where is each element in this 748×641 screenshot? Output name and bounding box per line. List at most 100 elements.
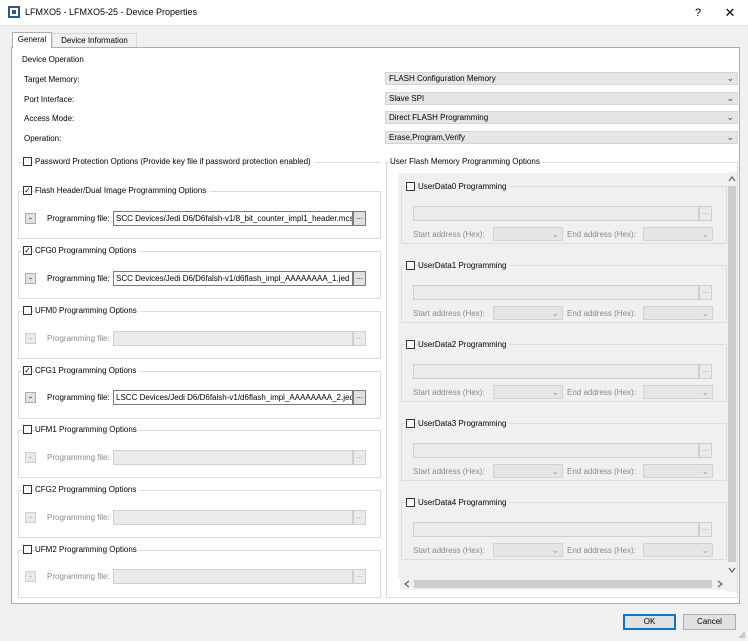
collapse-button[interactable]: - bbox=[25, 392, 36, 403]
ok-button[interactable]: OK bbox=[623, 614, 676, 630]
collapse-button[interactable]: - bbox=[25, 213, 36, 224]
start-address-label: Start address (Hex): bbox=[413, 546, 485, 555]
programming-file-input[interactable]: SCC Devices/Jedi D6/D6falsh-v1/d6flash_i… bbox=[113, 271, 353, 286]
userdata4-title: UserData4 Programming bbox=[418, 498, 510, 507]
tab-general[interactable]: General bbox=[12, 32, 52, 48]
cfg1-checkbox[interactable]: ✓ bbox=[23, 366, 32, 375]
password-checkbox[interactable] bbox=[23, 157, 32, 166]
cfg0-title: CFG0 Programming Options bbox=[35, 246, 140, 255]
tab-device-information[interactable]: Device Information bbox=[52, 33, 137, 48]
browse-button[interactable]: ... bbox=[699, 285, 712, 300]
userdata-file-input[interactable] bbox=[413, 285, 699, 300]
start-address-select[interactable]: ⌄ bbox=[493, 385, 563, 399]
help-button[interactable]: ? bbox=[690, 5, 706, 21]
userdata4-checkbox[interactable] bbox=[406, 498, 415, 507]
programming-file-label: Programming file: bbox=[47, 334, 110, 343]
chevron-down-icon: ⌄ bbox=[551, 229, 559, 239]
collapse-button[interactable]: - bbox=[25, 571, 36, 582]
cfg2-checkbox[interactable] bbox=[23, 485, 32, 494]
programming-file-input[interactable] bbox=[113, 450, 353, 465]
collapse-button[interactable]: - bbox=[25, 512, 36, 523]
end-address-label: End address (Hex): bbox=[567, 467, 636, 476]
cfg2-title: CFG2 Programming Options bbox=[35, 485, 140, 494]
end-address-select[interactable]: ⌄ bbox=[643, 385, 713, 399]
app-icon bbox=[8, 6, 20, 18]
port-interface-select[interactable]: Slave SPI ⌄ bbox=[385, 92, 738, 105]
browse-button[interactable]: ... bbox=[353, 211, 366, 226]
end-address-select[interactable]: ⌄ bbox=[643, 306, 713, 320]
ufm2-checkbox[interactable] bbox=[23, 545, 32, 554]
browse-button[interactable]: ... bbox=[353, 450, 366, 465]
end-address-select[interactable]: ⌄ bbox=[643, 227, 713, 241]
collapse-button[interactable]: - bbox=[25, 452, 36, 463]
userdata-file-input[interactable] bbox=[413, 364, 699, 379]
cfg0-checkbox[interactable]: ✓ bbox=[23, 246, 32, 255]
userdata-file-input[interactable] bbox=[413, 443, 699, 458]
browse-button[interactable]: ... bbox=[699, 364, 712, 379]
device-operation-title: Device Operation bbox=[22, 55, 84, 64]
target-memory-value: FLASH Configuration Memory bbox=[389, 74, 496, 83]
ufm1-checkbox[interactable] bbox=[23, 425, 32, 434]
programming-file-input[interactable] bbox=[113, 510, 353, 525]
start-address-select[interactable]: ⌄ bbox=[493, 227, 563, 241]
vertical-scrollbar-thumb[interactable] bbox=[728, 186, 736, 562]
chevron-down-icon: ⌄ bbox=[701, 229, 709, 239]
programming-file-input[interactable] bbox=[113, 569, 353, 584]
chevron-down-icon: ⌄ bbox=[701, 545, 709, 555]
userdata-file-input[interactable] bbox=[413, 206, 699, 221]
programming-file-label: Programming file: bbox=[47, 453, 110, 462]
ufm0-checkbox[interactable] bbox=[23, 306, 32, 315]
browse-button[interactable]: ... bbox=[353, 331, 366, 346]
userdata1-checkbox[interactable] bbox=[406, 261, 415, 270]
browse-button[interactable]: ... bbox=[353, 510, 366, 525]
collapse-button[interactable]: - bbox=[25, 333, 36, 344]
cancel-button[interactable]: Cancel bbox=[683, 614, 736, 630]
programming-file-input[interactable] bbox=[113, 331, 353, 346]
scroll-up-arrow-icon[interactable] bbox=[728, 175, 736, 183]
userdata0-title: UserData0 Programming bbox=[418, 182, 510, 191]
programming-file-label: Programming file: bbox=[47, 214, 110, 223]
end-address-select[interactable]: ⌄ bbox=[643, 464, 713, 478]
chevron-down-icon: ⌄ bbox=[701, 466, 709, 476]
programming-file-label: Programming file: bbox=[47, 513, 110, 522]
operation-label: Operation: bbox=[24, 134, 62, 143]
start-address-label: Start address (Hex): bbox=[413, 388, 485, 397]
browse-button[interactable]: ... bbox=[353, 271, 366, 286]
start-address-select[interactable]: ⌄ bbox=[493, 464, 563, 478]
browse-button[interactable]: ... bbox=[699, 522, 712, 537]
ufm1-title: UFM1 Programming Options bbox=[35, 425, 140, 434]
chevron-down-icon: ⌄ bbox=[726, 73, 734, 83]
userdata0-checkbox[interactable] bbox=[406, 182, 415, 191]
target-memory-select[interactable]: FLASH Configuration Memory ⌄ bbox=[385, 72, 738, 85]
target-memory-label: Target Memory: bbox=[24, 75, 80, 84]
chevron-down-icon: ⌄ bbox=[726, 132, 734, 142]
flash-header-checkbox[interactable]: ✓ bbox=[23, 186, 32, 195]
programming-file-label: Programming file: bbox=[47, 572, 110, 581]
operation-select[interactable]: Erase,Program,Verify ⌄ bbox=[385, 131, 738, 144]
start-address-label: Start address (Hex): bbox=[413, 309, 485, 318]
access-mode-value: Direct FLASH Programming bbox=[389, 113, 489, 122]
access-mode-select[interactable]: Direct FLASH Programming ⌄ bbox=[385, 111, 738, 124]
browse-button[interactable]: ... bbox=[699, 443, 712, 458]
browse-button[interactable]: ... bbox=[699, 206, 712, 221]
close-button[interactable]: ✕ bbox=[722, 5, 738, 21]
userdata2-checkbox[interactable] bbox=[406, 340, 415, 349]
port-interface-value: Slave SPI bbox=[389, 94, 425, 103]
resize-grip-icon[interactable] bbox=[737, 630, 746, 639]
scroll-left-arrow-icon[interactable] bbox=[403, 580, 411, 588]
programming-file-input[interactable]: LSCC Devices/Jedi D6/D6falsh-v1/d6flash_… bbox=[113, 390, 353, 405]
collapse-button[interactable]: - bbox=[25, 273, 36, 284]
start-address-select[interactable]: ⌄ bbox=[493, 306, 563, 320]
scroll-down-arrow-icon[interactable] bbox=[728, 566, 736, 574]
start-address-select[interactable]: ⌄ bbox=[493, 543, 563, 557]
browse-button[interactable]: ... bbox=[353, 390, 366, 405]
browse-button[interactable]: ... bbox=[353, 569, 366, 584]
end-address-select[interactable]: ⌄ bbox=[643, 543, 713, 557]
userdata-file-input[interactable] bbox=[413, 522, 699, 537]
chevron-down-icon: ⌄ bbox=[701, 308, 709, 318]
scroll-right-arrow-icon[interactable] bbox=[716, 580, 724, 588]
userdata3-checkbox[interactable] bbox=[406, 419, 415, 428]
horizontal-scrollbar-thumb[interactable] bbox=[414, 580, 712, 588]
ufm0-title: UFM0 Programming Options bbox=[35, 306, 140, 315]
programming-file-input[interactable]: SCC Devices/Jedi D6/D6falsh-v1/8_bit_cou… bbox=[113, 211, 353, 226]
